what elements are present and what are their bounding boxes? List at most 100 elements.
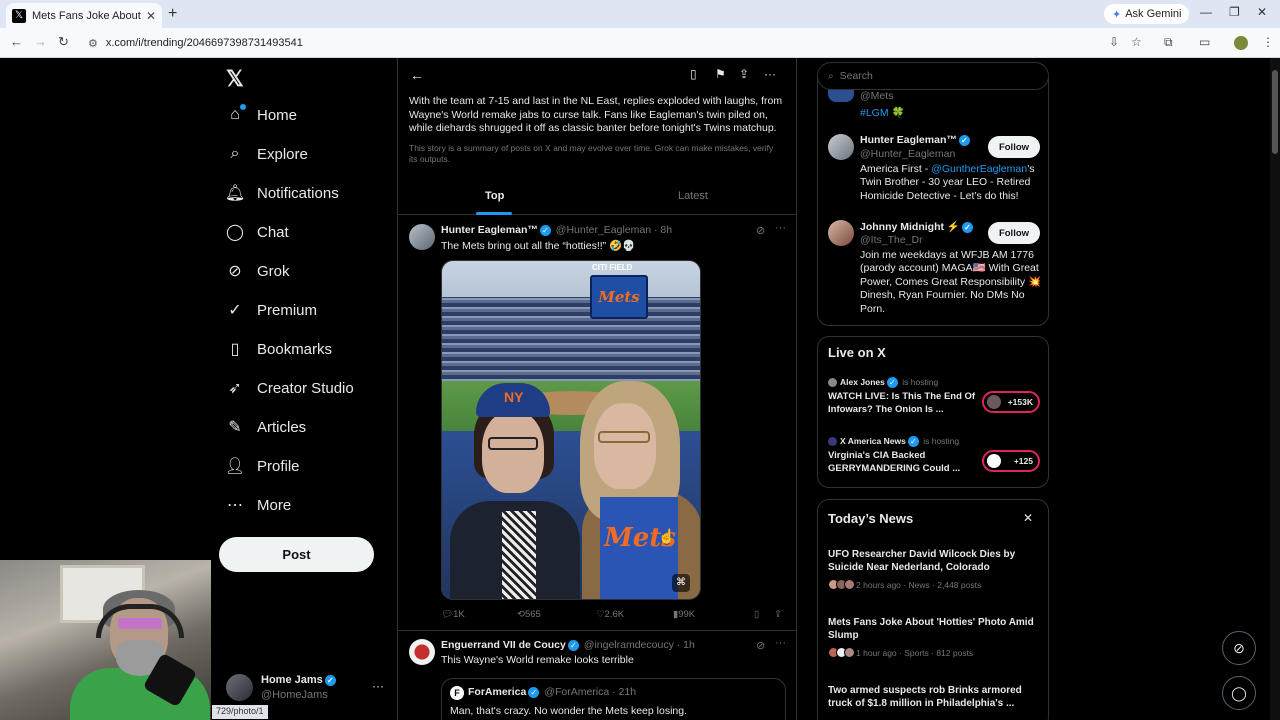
forward-icon[interactable]: → (34, 34, 47, 49)
sidepanel-icon[interactable]: ▭ (1199, 35, 1210, 49)
tab-top[interactable]: Top (485, 190, 504, 202)
close-icon[interactable]: ✕ (1023, 511, 1033, 525)
live-listener-count[interactable]: +125 (982, 450, 1040, 472)
search-icon: ⌕ (828, 70, 834, 82)
tweet-avatar[interactable] (409, 639, 435, 665)
suggestion-tag[interactable]: #LGM 🍀 (860, 106, 905, 119)
search-input[interactable]: ⌕ Search (817, 62, 1049, 90)
nav-explore[interactable]: ⌕ Explore (226, 140, 308, 168)
page-scrollbar[interactable] (1270, 58, 1280, 720)
minimize-icon[interactable]: — (1200, 5, 1212, 19)
follow-button[interactable]: Follow (988, 222, 1040, 244)
news-meta: 2 hours ago · News · 2,448 posts (828, 579, 1040, 590)
rocket-icon: ➶ (228, 380, 242, 397)
scrollbar-thumb[interactable] (1272, 70, 1278, 154)
news-avatars (828, 647, 855, 658)
tweet-more-icon[interactable]: ··· (775, 222, 786, 234)
who-to-follow-card: @Mets #LGM 🍀 Hunter Eagleman™ ✓ @Hunter_E… (817, 78, 1049, 326)
photo-person-left-face (482, 411, 544, 493)
nav-notifications[interactable]: 🔔︎ Notifications (225, 179, 339, 207)
nav-home[interactable]: ⌂ Home (226, 101, 297, 129)
share-icon[interactable]: ⇪ (774, 609, 782, 620)
reply-button[interactable]: 💬︎ 1K (441, 609, 465, 620)
like-button[interactable]: ♡ 2.6K (596, 609, 624, 620)
extensions-icon[interactable]: ⧉ (1164, 35, 1173, 50)
nav-grok[interactable]: ⊘ Grok (226, 257, 289, 285)
site-info-icon[interactable]: ⚙ (88, 37, 98, 50)
ask-gemini-button[interactable]: ✦ Ask Gemini (1104, 4, 1190, 24)
install-icon[interactable]: ⇩ (1109, 35, 1119, 49)
reload-icon[interactable]: ↻ (58, 34, 69, 50)
suggestion-name: Johnny Midnight ⚡ ✓ (860, 220, 975, 233)
live-host: Alex Jones ✓ is hosting (828, 377, 938, 389)
url-field[interactable]: ⚙ x.com/i/trending/2046697398731493541 (80, 32, 1094, 54)
repost-button[interactable]: ⟲ 565 (517, 609, 541, 620)
notification-dot (240, 104, 246, 110)
tweet[interactable]: Hunter Eagleman™ ✓ @Hunter_Eagleman · 8h … (398, 216, 796, 630)
grok-explain-icon[interactable]: ⊘ (756, 639, 765, 652)
nav-profile[interactable]: 👤︎ Profile (224, 452, 300, 480)
nav-more[interactable]: ⋯ More (226, 491, 291, 519)
bookmark-icon[interactable]: ▯ (690, 67, 697, 81)
share-icon[interactable]: ⇪ (739, 67, 749, 81)
account-switcher[interactable]: Home Jams ✓ @HomeJams ··· (226, 672, 386, 706)
tab-latest[interactable]: Latest (678, 190, 708, 202)
tweet-more-icon[interactable]: ··· (775, 637, 786, 649)
browser-tab[interactable]: 𝕏 Mets Fans Joke About 'Hotties' ✕ (6, 3, 162, 28)
nav-chat[interactable]: ◯ Chat (226, 218, 289, 246)
follow-button[interactable]: Follow (988, 136, 1040, 158)
grok-fab-icon[interactable]: ⊘ (1222, 631, 1256, 665)
tweet-header: Hunter Eagleman™ ✓ @Hunter_Eagleman · 8h (441, 224, 672, 236)
person-icon: 👤︎ (224, 458, 246, 475)
news-headline: Two armed suspects rob Brinks armored tr… (828, 685, 1022, 709)
verified-icon: ✓ (528, 686, 540, 698)
grok-explain-icon[interactable]: ⊘ (756, 224, 765, 237)
views-button[interactable]: ▮ 99K (673, 609, 695, 620)
live-item[interactable]: Alex Jones ✓ is hosting WATCH LIVE: Is Th… (828, 377, 1040, 423)
tweet-author-name[interactable]: Enguerrand VII de Coucy (441, 639, 566, 651)
quoted-tweet[interactable]: F ForAmerica ✓ @ForAmerica · 21h Man, tha… (441, 678, 786, 720)
news-item[interactable]: Two armed suspects rob Brinks armored tr… (828, 684, 1040, 710)
more-icon[interactable]: ··· (764, 67, 776, 81)
back-arrow-icon[interactable]: ← (410, 67, 424, 83)
back-icon[interactable]: ← (10, 34, 23, 49)
nav-premium-label: Premium (257, 301, 318, 319)
nav-creator-studio[interactable]: ➶ Creator Studio (226, 374, 353, 402)
browser-menu-icon[interactable]: ⋮ (1262, 35, 1274, 49)
verified-icon: ✓ (886, 377, 898, 389)
bookmark-star-icon[interactable]: ☆ (1131, 35, 1142, 49)
post-button[interactable]: Post (219, 537, 374, 572)
tweet-author-handle[interactable]: @Hunter_Eagleman · 8h (556, 224, 672, 236)
tweet-avatar[interactable] (409, 224, 435, 250)
follow-suggestion[interactable]: Johnny Midnight ⚡ ✓ @Its_The_Dr Join me w… (828, 220, 1041, 320)
live-listener-count[interactable]: +153K (982, 391, 1040, 413)
follow-suggestion[interactable]: Hunter Eagleman™ ✓ @Hunter_Eagleman Ameri… (828, 134, 1040, 212)
photo-person-right-face (594, 403, 656, 489)
suggestion-handle: @Mets (860, 90, 894, 102)
window-close-icon[interactable]: ✕ (1257, 5, 1267, 19)
tweet-author-name[interactable]: Hunter Eagleman™ (441, 224, 538, 236)
restore-icon[interactable]: ❐ (1229, 5, 1240, 19)
nav-articles[interactable]: ✎ Articles (226, 413, 306, 441)
tweet-photo[interactable]: CITI FIELD Mets Mets NY ⌘ (441, 260, 701, 600)
profile-avatar[interactable] (1234, 36, 1248, 50)
photo-grok-icon[interactable]: ⌘ (672, 574, 690, 592)
nav-bookmarks[interactable]: ▯ Bookmarks (226, 335, 332, 363)
photo-person-right-shirt: Mets (600, 497, 678, 599)
live-item[interactable]: X America News ✓ is hosting Virginia's CI… (828, 436, 1040, 482)
chat-fab-icon[interactable]: ◯ (1222, 676, 1256, 710)
x-logo[interactable]: 𝕏 (226, 66, 244, 92)
nav-premium[interactable]: ✓ Premium (226, 296, 317, 324)
news-item[interactable]: UFO Researcher David Wilcock Dies by Sui… (828, 548, 1040, 590)
tab-close-icon[interactable]: ✕ (146, 9, 156, 23)
new-tab-button[interactable]: + (168, 5, 177, 23)
news-item[interactable]: Mets Fans Joke About 'Hotties' Photo Ami… (828, 616, 1040, 658)
verified-icon: ✓ (958, 134, 970, 146)
bookmark-icon[interactable]: ▯ (754, 609, 759, 620)
account-more-icon[interactable]: ··· (372, 679, 384, 693)
flag-icon[interactable]: ⚑ (715, 67, 726, 81)
photo-person-left-glasses (488, 437, 538, 450)
tweet-author-handle[interactable]: @ingelramdecoucy · 1h (584, 639, 695, 651)
bio-mention-link[interactable]: @GuntherEagleman (931, 163, 1027, 175)
search-icon: ⌕ (230, 145, 240, 162)
